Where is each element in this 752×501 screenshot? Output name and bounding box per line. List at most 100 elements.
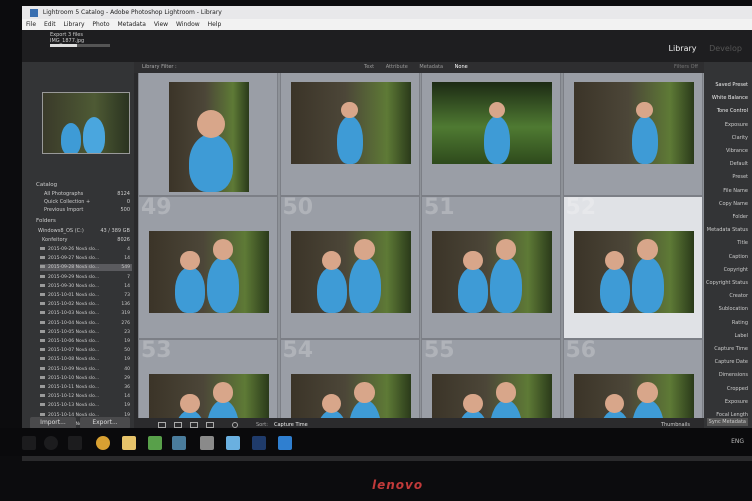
grid-cell[interactable]: 56 — [562, 338, 703, 418]
grid-cell[interactable] — [421, 73, 561, 196]
right-panel-row[interactable]: Exposure — [725, 122, 748, 128]
grid-cell[interactable]: 50 — [279, 195, 420, 339]
window-titlebar: Lightroom 5 Catalog - Adobe Photoshop Li… — [22, 6, 752, 19]
folder-item[interactable]: 2015-09-27 Nová slo... 14 — [40, 255, 132, 262]
right-panel-row[interactable]: Dimensions — [719, 372, 748, 378]
filter-metadata[interactable]: Metadata — [419, 64, 443, 70]
windows-start-icon[interactable] — [22, 436, 36, 450]
lightroom-taskbar-icon[interactable] — [172, 436, 186, 450]
child-head — [495, 239, 517, 260]
folder-item[interactable]: 2015-10-07 Nová slo... 50 — [40, 347, 132, 354]
right-panel-row[interactable]: Sublocation — [719, 306, 748, 312]
photoshop-icon[interactable] — [252, 436, 266, 450]
folder-item[interactable]: 2015-10-08 Nová slo... 19 — [40, 356, 132, 363]
calculator-icon[interactable] — [200, 436, 214, 450]
right-panel-row[interactable]: Metadata Status — [707, 227, 748, 233]
menu-metadata[interactable]: Metadata — [117, 21, 145, 28]
search-icon[interactable] — [44, 436, 58, 450]
folder-item[interactable]: 2015-10-02 Nová slo... 136 — [40, 301, 132, 308]
module-library[interactable]: Library — [669, 44, 697, 53]
folder-root[interactable]: Konfeitory 8026 — [42, 237, 130, 243]
grid-cell[interactable]: 53 — [138, 338, 278, 418]
grid-cell[interactable] — [138, 73, 278, 196]
right-panel-row[interactable]: Vibrance — [726, 148, 748, 154]
right-panel-row[interactable]: Label — [735, 333, 749, 339]
folders-header[interactable]: Folders — [36, 218, 56, 224]
right-panel-row[interactable]: Exposure — [725, 399, 748, 405]
child-head — [321, 393, 342, 413]
paint-icon[interactable] — [226, 436, 240, 450]
right-panel-row[interactable]: File Name — [723, 188, 748, 194]
chrome-icon[interactable] — [96, 436, 110, 450]
folder-item[interactable]: 2015-10-12 Nová slo... 14 — [40, 393, 132, 400]
child-head — [637, 239, 658, 260]
grid-cell[interactable]: 51 — [421, 195, 561, 339]
menu-edit[interactable]: Edit — [44, 21, 56, 28]
menu-window[interactable]: Window — [176, 21, 200, 28]
menu-view[interactable]: View — [154, 21, 168, 28]
right-panel-row[interactable]: Rating — [732, 320, 748, 326]
right-panel-row[interactable]: Copyright — [724, 267, 748, 273]
photos-app-icon[interactable] — [148, 436, 162, 450]
folder-item[interactable]: 2015-10-09 Nová slo... 40 — [40, 366, 132, 373]
folder-item[interactable]: 2015-10-04 Nová slo... 276 — [40, 320, 132, 327]
right-panel-row[interactable]: Default — [730, 161, 748, 167]
right-panel-row[interactable]: Title — [737, 240, 748, 246]
module-picker: Library Develop — [669, 44, 742, 53]
folder-item[interactable]: 2015-09-30 Nová slo... 14 — [40, 283, 132, 290]
catalog-header[interactable]: Catalog — [36, 182, 57, 188]
catalog-previous-import[interactable]: Previous Import 500 — [44, 207, 130, 213]
right-panel-row[interactable]: Caption — [729, 254, 748, 260]
grid-cell[interactable]: 52 — [562, 195, 703, 339]
sync-metadata-button[interactable]: Sync Metadata — [706, 418, 748, 426]
right-panel-row[interactable]: Cropped — [727, 386, 748, 392]
menu-library[interactable]: Library — [64, 21, 85, 28]
system-tray[interactable]: ENG — [731, 438, 744, 445]
filter-none[interactable]: None — [455, 64, 468, 70]
module-develop[interactable]: Develop — [709, 44, 742, 53]
right-panel-row[interactable]: Creator — [729, 293, 748, 299]
folder-volume[interactable]: Windows8_OS (C:) 43 / 389 GB — [38, 228, 130, 234]
catalog-all-photographs[interactable]: All Photographs 8124 — [44, 191, 130, 197]
right-panel-row[interactable]: Tone Control — [717, 108, 748, 114]
grid-cell[interactable]: 49 — [138, 195, 278, 339]
folder-item[interactable]: 2015-10-03 Nová slo... 319 — [40, 310, 132, 317]
filter-status[interactable]: Filters Off — [674, 62, 698, 73]
grid-cell[interactable]: 55 — [421, 338, 561, 418]
right-panel-row[interactable]: Folder — [733, 214, 748, 220]
menu-help[interactable]: Help — [208, 21, 222, 28]
grid-cell[interactable] — [279, 73, 420, 196]
right-panel-row[interactable]: Capture Date — [715, 359, 748, 365]
right-panel-row[interactable]: Clarity — [732, 135, 748, 141]
task-view-icon[interactable] — [68, 436, 82, 450]
file-explorer-icon[interactable] — [122, 436, 136, 450]
folder-item[interactable]: 2015-09-29 Nová slo... 7 — [40, 274, 132, 281]
navigator-preview[interactable] — [42, 92, 130, 154]
right-panel-row[interactable]: Copy Name — [719, 201, 748, 207]
right-panel-row[interactable]: Saved Preset — [715, 82, 748, 88]
folder-item[interactable]: 2015-09-28 Nová slo... 549 — [40, 264, 132, 272]
folder-item[interactable]: 2015-10-13 Nová slo... 19 — [40, 402, 132, 409]
folder-label: 2015-10-01 Nová slo... — [48, 293, 100, 298]
folder-item[interactable]: 2015-10-10 Nová slo... 29 — [40, 375, 132, 382]
grid-cell[interactable] — [562, 73, 703, 196]
right-panel-row[interactable]: Copyright Status — [706, 280, 748, 286]
folder-icon — [40, 357, 45, 361]
menu-file[interactable]: File — [26, 21, 36, 28]
folder-count: 4 — [127, 247, 130, 252]
folder-item[interactable]: 2015-10-01 Nová slo... 73 — [40, 292, 132, 299]
folder-item[interactable]: 2015-10-11 Nová slo... 36 — [40, 384, 132, 391]
app-icon[interactable] — [278, 436, 292, 450]
folder-count: 23 — [124, 329, 130, 335]
menu-photo[interactable]: Photo — [92, 21, 109, 28]
filter-attribute[interactable]: Attribute — [386, 64, 408, 70]
catalog-quick-collection[interactable]: Quick Collection + 0 — [44, 199, 130, 205]
folder-item[interactable]: 2015-09-26 Nová slo... 4 — [40, 246, 132, 253]
right-panel-row[interactable]: White Balance — [712, 95, 748, 101]
right-panel-row[interactable]: Preset — [732, 174, 748, 180]
grid-cell[interactable]: 54 — [279, 338, 420, 418]
right-panel-row[interactable]: Capture Time — [714, 346, 748, 352]
folder-item[interactable]: 2015-10-06 Nová slo... 19 — [40, 338, 132, 345]
folder-item[interactable]: 2015-10-05 Nová slo... 23 — [40, 329, 132, 336]
filter-text[interactable]: Text — [364, 64, 374, 70]
